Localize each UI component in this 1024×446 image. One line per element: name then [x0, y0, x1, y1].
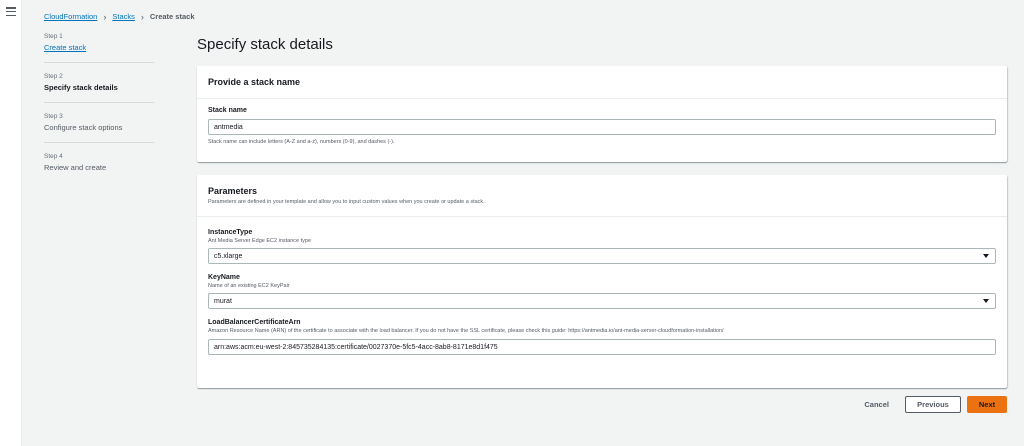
key-name-value: murat	[214, 297, 232, 305]
chevron-right-icon: ›	[103, 11, 107, 22]
stack-name-input[interactable]: antmedia	[208, 119, 996, 135]
instance-type-description: Ant Media Server Edge EC2 instance type	[208, 238, 312, 244]
wizard-steps: Step 1 Create stack Step 2 Specify stack…	[44, 33, 154, 192]
key-name-description: Name of an existing EC2 KeyPair	[208, 283, 290, 289]
step-label-current: Specify stack details	[44, 83, 118, 92]
panel-title: Parameters	[208, 186, 258, 196]
caret-down-icon	[983, 254, 989, 258]
cancel-button[interactable]: Cancel	[864, 400, 889, 409]
stack-name-panel: Provide a stack name Stack name antmedia…	[197, 66, 1007, 162]
panel-header: Provide a stack name	[197, 66, 1007, 99]
cert-arn-field: LoadBalancerCertificateArn Amazon Resour…	[208, 319, 996, 355]
step-number: Step 2	[44, 73, 63, 80]
instance-type-label: InstanceType	[208, 229, 253, 236]
next-button[interactable]: Next	[967, 396, 1007, 413]
instance-type-select[interactable]: c5.xlarge	[208, 248, 996, 264]
panel-title: Provide a stack name	[208, 77, 301, 87]
chevron-right-icon: ›	[140, 11, 144, 22]
key-name-field: KeyName Name of an existing EC2 KeyPair …	[208, 274, 996, 309]
key-name-select[interactable]: murat	[208, 293, 996, 309]
step-number: Step 1	[44, 33, 63, 40]
cert-arn-input[interactable]: arn:aws:acm:eu-west-2:845735284135:certi…	[208, 339, 996, 355]
previous-button[interactable]: Previous	[905, 396, 961, 413]
wizard-actions: Cancel Previous Next	[864, 396, 1007, 413]
panel-description: Parameters are defined in your template …	[208, 199, 485, 205]
cert-arn-label: LoadBalancerCertificateArn	[208, 319, 301, 326]
step-number: Step 3	[44, 113, 63, 120]
wizard-step-3: Step 3 Configure stack options	[44, 113, 154, 143]
stack-name-label: Stack name	[208, 107, 247, 114]
breadcrumb: CloudFormation › Stacks › Create stack	[44, 12, 195, 21]
breadcrumb-current: Create stack	[149, 12, 195, 21]
parameters-panel: Parameters Parameters are defined in you…	[197, 175, 1007, 388]
wizard-step-4: Step 4 Review and create	[44, 153, 154, 182]
step-label: Configure stack options	[44, 123, 123, 132]
step-link-create-stack[interactable]: Create stack	[44, 43, 154, 52]
panel-body: InstanceType Ant Media Server Edge EC2 i…	[197, 217, 1007, 371]
wizard-step-2: Step 2 Specify stack details	[44, 73, 154, 103]
page-title: Specify stack details	[197, 36, 333, 53]
side-navigation-rail	[0, 0, 22, 446]
caret-down-icon	[983, 299, 989, 303]
step-label: Review and create	[44, 163, 107, 172]
panel-body: Stack name antmedia Stack name can inclu…	[197, 99, 1007, 161]
wizard-step-1: Step 1 Create stack	[44, 33, 154, 63]
breadcrumb-cloudformation[interactable]: CloudFormation	[44, 12, 97, 21]
key-name-label: KeyName	[208, 274, 240, 281]
hamburger-icon[interactable]	[6, 7, 16, 17]
stack-name-field: Stack name antmedia Stack name can inclu…	[208, 107, 996, 145]
stack-name-hint: Stack name can include letters (A-Z and …	[208, 139, 395, 145]
panel-header: Parameters Parameters are defined in you…	[197, 175, 1007, 217]
instance-type-value: c5.xlarge	[214, 252, 243, 260]
breadcrumb-stacks[interactable]: Stacks	[112, 12, 135, 21]
cert-arn-description: Amazon Resource Name (ARN) of the certif…	[208, 328, 724, 334]
step-number: Step 4	[44, 153, 63, 160]
instance-type-field: InstanceType Ant Media Server Edge EC2 i…	[208, 229, 996, 264]
